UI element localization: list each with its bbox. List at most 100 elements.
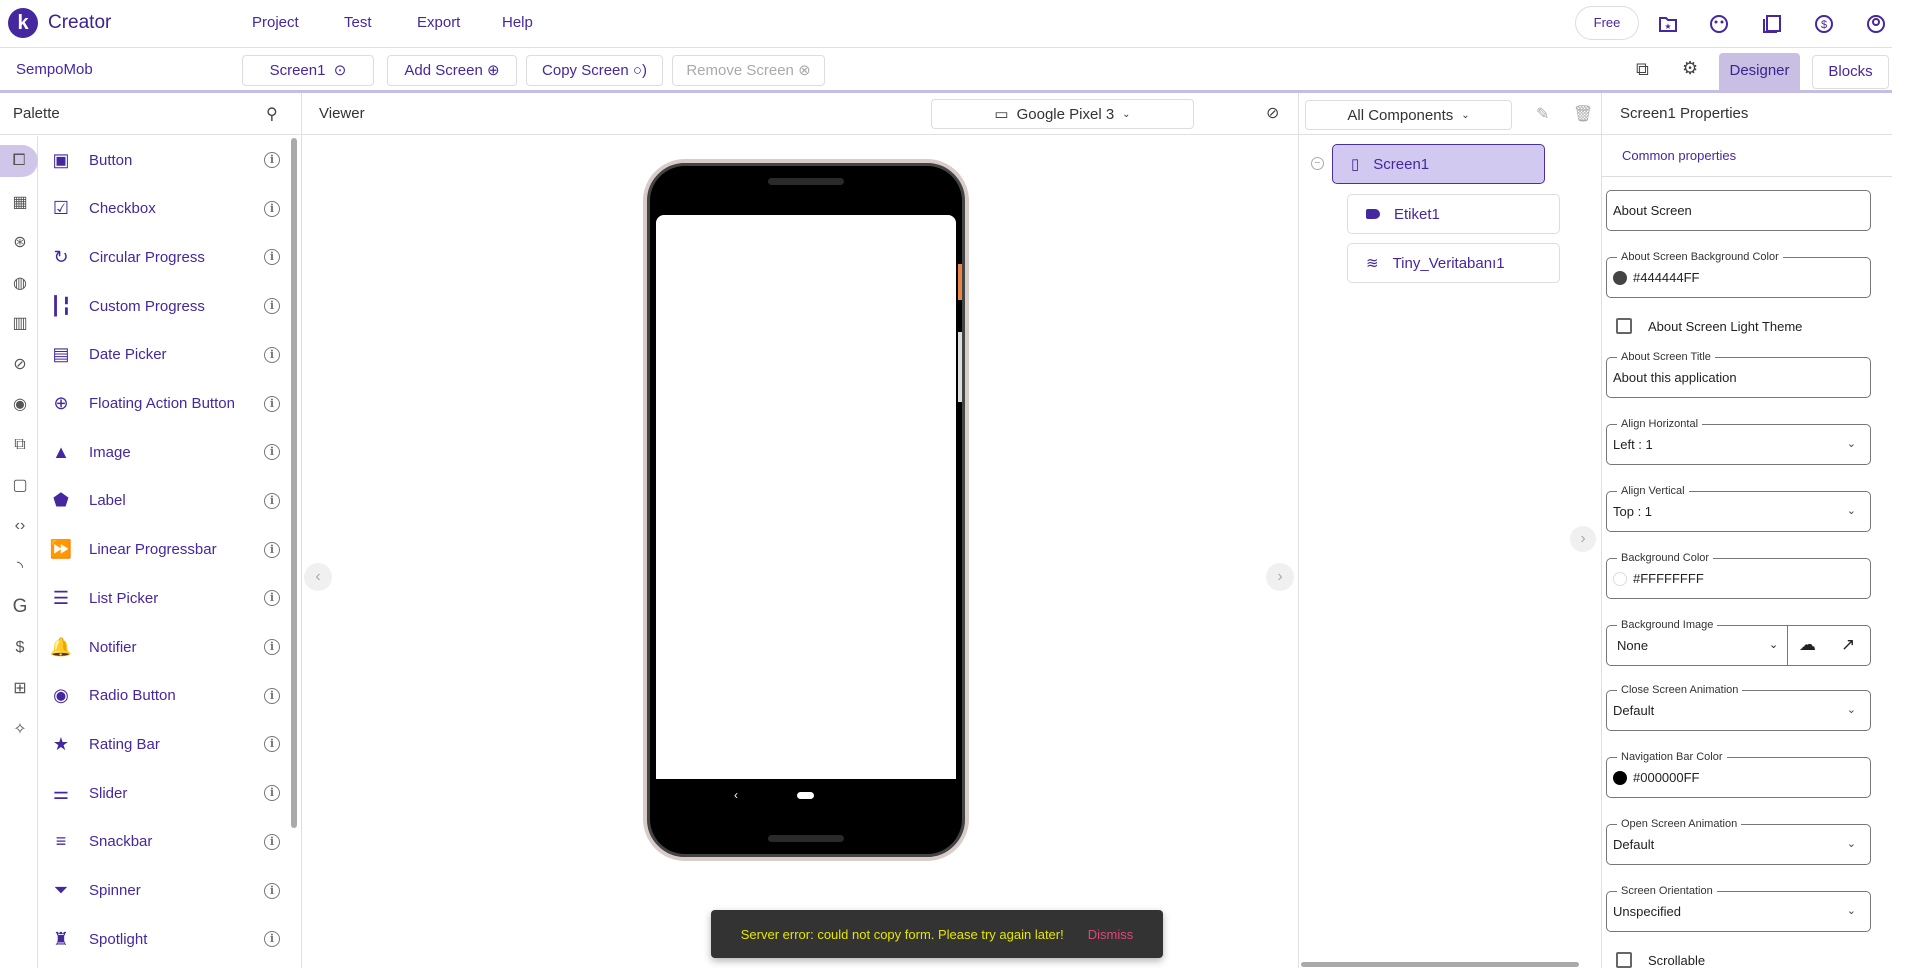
trash-icon[interactable]: 🗑 [1573,104,1593,124]
sidebar-monetization-icon[interactable]: $ [4,632,36,664]
info-icon[interactable]: i [264,444,280,461]
sidebar-code-icon[interactable]: ‹› [4,510,36,542]
palette-item[interactable]: ☰ List Picker i [50,578,280,618]
info-icon[interactable]: i [264,931,280,948]
info-icon[interactable]: i [264,882,280,899]
menu-project[interactable]: Project [252,14,299,31]
info-icon[interactable]: i [264,492,280,509]
info-icon[interactable]: i [264,249,280,266]
menu-test[interactable]: Test [344,14,372,31]
palette-item[interactable]: ⚌ Slider i [50,773,280,813]
close-animation-select[interactable]: Close Screen Animation Default ⌄ [1606,683,1871,731]
palette-item[interactable]: ◉ Radio Button i [50,676,280,716]
sidebar-user-interface-icon[interactable]: ⧠ [0,145,38,177]
screen-select[interactable]: Screen1 ⊙ [242,55,374,86]
palette-scrollbar[interactable] [291,138,297,828]
components-filter[interactable]: All Components ⌄ [1305,100,1512,130]
palette-item[interactable]: ↻ Circular Progress i [50,237,280,277]
palette-item[interactable]: ≡ Snackbar i [50,822,280,862]
sidebar-social-icon[interactable]: ◉ [4,388,36,420]
info-icon[interactable]: i [264,785,280,802]
logo-icon[interactable]: k [8,8,38,38]
docs-icon[interactable] [1760,12,1784,36]
sidebar-google-icon[interactable]: G [4,591,36,623]
light-theme-checkbox[interactable] [1616,318,1632,334]
folder-star-icon[interactable]: ★ [1656,12,1680,36]
palette-item[interactable]: ⬟ Label i [50,481,280,521]
collapse-icon[interactable]: − [1311,157,1324,170]
eye-off-icon[interactable]: ⊘ [1266,103,1279,123]
remove-screen-button[interactable]: Remove Screen ⊗ [672,55,825,86]
tab-blocks[interactable]: Blocks [1812,55,1889,89]
about-title-input[interactable]: About Screen Title About this application [1606,350,1871,398]
palette-item[interactable]: ★ Rating Bar i [50,724,280,764]
info-icon[interactable]: i [264,395,280,412]
copy-screen-button[interactable]: Copy Screen ○) [526,55,663,86]
sidebar-maps-icon[interactable]: ▥ [4,307,36,339]
nav-bar-color-field[interactable]: Navigation Bar Color #000000FF [1606,750,1871,798]
viewer-next-arrow[interactable]: › [1266,563,1294,591]
gear-icon[interactable]: ⚙ [1682,58,1698,79]
screen-orientation-select[interactable]: Screen Orientation Unspecified ⌄ [1606,884,1871,932]
plan-badge[interactable]: Free [1575,6,1639,40]
sidebar-drawing-icon[interactable]: ◍ [4,267,36,299]
pencil-icon[interactable]: ✎ [1536,104,1549,124]
info-icon[interactable]: i [264,639,280,655]
add-screen-button[interactable]: Add Screen ⊕ [387,55,517,86]
palette-item[interactable]: ♜ Spotlight i [50,919,280,959]
background-image-field[interactable]: Background Image None ⌄ ☁ ↗ [1606,618,1871,666]
tree-item-etiket1[interactable]: Etiket1 [1347,194,1560,234]
palette-item[interactable]: 🔔 Notifier i [50,627,280,667]
viewer-prev-arrow[interactable]: ‹ [304,563,332,591]
dollar-icon[interactable]: $ [1812,12,1836,36]
info-icon[interactable]: i [264,590,280,607]
dismiss-button[interactable]: Dismiss [1088,927,1134,942]
info-icon[interactable]: i [264,833,280,850]
phone-screen[interactable] [656,215,956,779]
common-properties-link[interactable]: Common properties [1622,148,1736,163]
scrollable-checkbox[interactable] [1616,952,1632,968]
sidebar-connectivity-icon[interactable]: ▢ [4,469,36,501]
search-icon[interactable]: ⚲ [266,104,278,124]
info-icon[interactable]: i [264,541,280,558]
tree-item-screen1[interactable]: ▯ Screen1 [1332,144,1545,184]
open-animation-select[interactable]: Open Screen Animation Default ⌄ [1606,817,1871,865]
open-external-icon[interactable]: ↗ [1841,635,1855,655]
components-collapse-arrow[interactable]: › [1570,526,1596,552]
palette-icon[interactable] [1707,12,1731,36]
info-icon[interactable]: i [264,346,280,363]
palette-item[interactable]: ▲ Image i [50,432,280,472]
device-select[interactable]: ▭ Google Pixel 3 ⌄ [931,99,1194,129]
palette-item[interactable]: ▤ Date Picker i [50,335,280,375]
tab-designer[interactable]: Designer [1719,53,1800,91]
info-icon[interactable]: i [264,200,280,217]
info-icon[interactable]: i [264,736,280,753]
cloud-upload-icon[interactable]: ☁ [1799,635,1816,655]
align-horizontal-select[interactable]: Align Horizontal Left : 1 ⌄ [1606,417,1871,465]
palette-item[interactable]: ⏷ Spinner i [50,871,280,911]
palette-item[interactable]: ⏩ Linear Progressbar i [50,530,280,570]
palette-item[interactable]: ⊕ Floating Action Button i [50,384,280,424]
gallery-icon[interactable]: ⧉ [1636,59,1649,80]
sidebar-widgets-icon[interactable]: ⊞ [4,672,36,704]
sidebar-sensors-icon[interactable]: ⊘ [4,348,36,380]
tree-item-tinydb[interactable]: ≋ Tiny_Veritabanı1 [1347,243,1560,283]
components-scrollbar[interactable] [1301,962,1579,967]
sidebar-media-icon[interactable]: ⊛ [4,226,36,258]
sidebar-rss-icon[interactable]: ◝ [4,551,36,583]
menu-help[interactable]: Help [502,14,533,31]
about-screen-textarea[interactable]: About Screen [1606,190,1871,231]
sidebar-extensions-icon[interactable]: ✧ [4,713,36,745]
align-vertical-select[interactable]: Align Vertical Top : 1 ⌄ [1606,484,1871,532]
palette-item[interactable]: ☑ Checkbox i [50,189,280,229]
sidebar-layout-icon[interactable]: ▦ [4,186,36,218]
palette-item[interactable]: ▣ Button i [50,140,280,180]
info-icon[interactable]: i [264,152,280,168]
background-color-field[interactable]: Background Color #FFFFFFFF [1606,551,1871,599]
info-icon[interactable]: i [264,298,280,315]
menu-export[interactable]: Export [417,14,460,31]
palette-item[interactable]: ┃╏ Custom Progress i [50,286,280,326]
about-bg-color-field[interactable]: About Screen Background Color #444444FF [1606,250,1871,298]
account-icon[interactable] [1864,12,1888,36]
info-icon[interactable]: i [264,687,280,704]
